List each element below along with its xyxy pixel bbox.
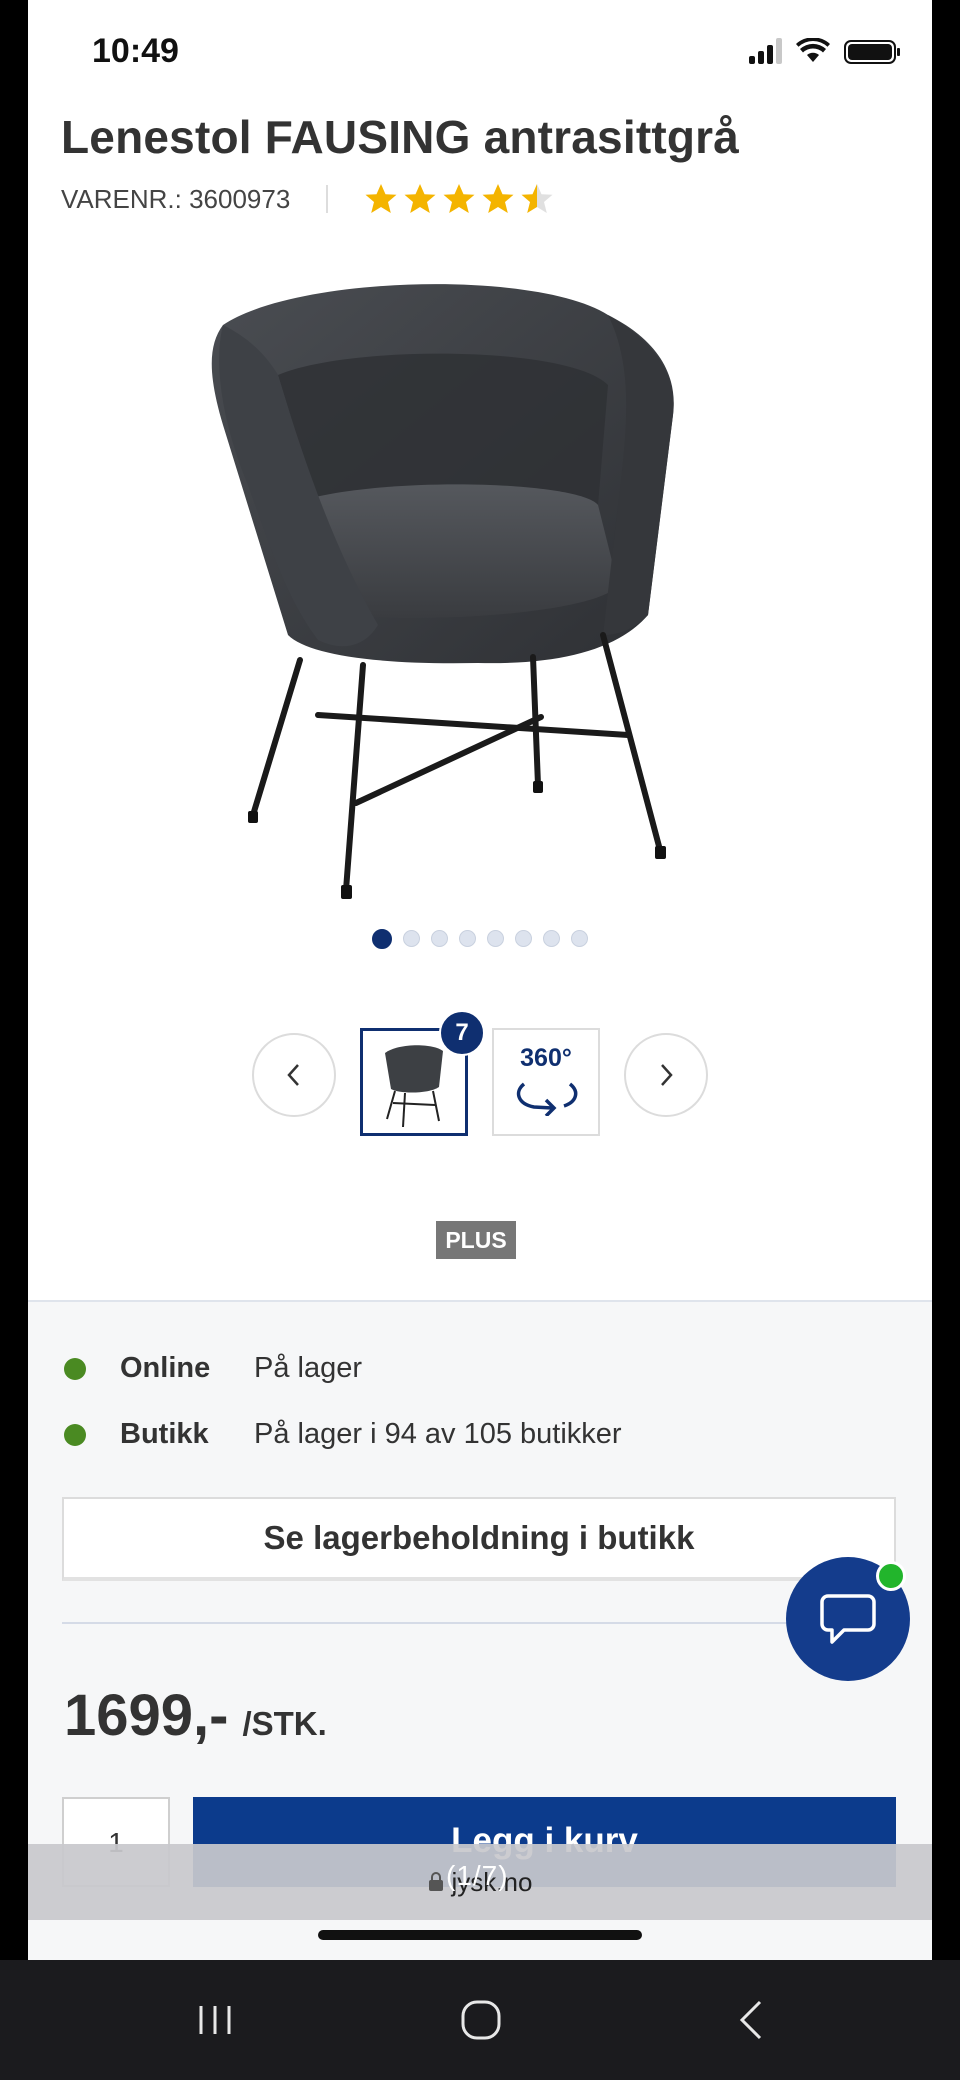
star-icon bbox=[443, 184, 475, 213]
chevron-left-icon bbox=[287, 1064, 299, 1086]
rotate-360-icon bbox=[516, 1082, 578, 1116]
chat-bubble-icon bbox=[820, 1594, 876, 1644]
star-icon bbox=[365, 184, 397, 213]
home-button[interactable] bbox=[426, 1960, 536, 2080]
gallery-dot[interactable] bbox=[372, 929, 392, 949]
in-stock-indicator-icon bbox=[64, 1357, 86, 1380]
signal-icon bbox=[749, 38, 782, 64]
next-image-button[interactable] bbox=[624, 1033, 708, 1117]
product-title: Lenestol FAUSING antrasittgrå bbox=[61, 111, 740, 163]
product-image[interactable] bbox=[178, 255, 818, 935]
home-icon bbox=[461, 2000, 501, 2040]
star-icon bbox=[521, 184, 553, 213]
gallery-dot[interactable] bbox=[543, 930, 560, 947]
price-unit: /STK. bbox=[242, 1705, 327, 1742]
gallery-dot[interactable] bbox=[487, 930, 504, 947]
gallery-dot[interactable] bbox=[431, 930, 448, 947]
stock-online-row: Online På lager bbox=[64, 1352, 362, 1385]
gallery-dots bbox=[28, 929, 932, 949]
stock-store-value: På lager i 94 av 105 butikker bbox=[254, 1418, 622, 1450]
home-indicator[interactable] bbox=[318, 1930, 642, 1940]
chat-online-status-icon bbox=[876, 1561, 906, 1591]
wifi-icon bbox=[796, 38, 830, 62]
prev-image-button[interactable] bbox=[252, 1033, 336, 1117]
gallery-dot[interactable] bbox=[515, 930, 532, 947]
gallery-dot[interactable] bbox=[571, 930, 588, 947]
gallery-dot[interactable] bbox=[403, 930, 420, 947]
rating-stars[interactable] bbox=[364, 182, 554, 216]
star-icon bbox=[482, 184, 514, 213]
section-divider bbox=[62, 1622, 896, 1624]
recent-apps-button[interactable] bbox=[160, 1960, 270, 2080]
status-bar: 10:49 bbox=[28, 0, 932, 110]
stock-online-value: På lager bbox=[254, 1352, 363, 1384]
back-icon bbox=[739, 2000, 762, 2040]
gallery-dot[interactable] bbox=[459, 930, 476, 947]
phone-screen: 10:49 Lenestol FAUSING antrasittgrå VARE… bbox=[28, 0, 932, 1960]
check-store-stock-button[interactable]: Se lagerbeholdning i butikk bbox=[62, 1497, 896, 1581]
star-icon bbox=[404, 184, 436, 213]
plus-tag: PLUS bbox=[436, 1221, 516, 1259]
android-nav-bar bbox=[0, 1960, 960, 2080]
image-count-badge: 7 bbox=[439, 1010, 485, 1056]
stock-online-label: Online bbox=[120, 1352, 211, 1384]
thumbnail-strip: 7 360° bbox=[28, 1010, 932, 1140]
in-stock-indicator-icon bbox=[64, 1423, 86, 1446]
image-counter: (1/7) bbox=[446, 1860, 509, 1891]
chevron-right-icon bbox=[661, 1064, 673, 1086]
battery-icon bbox=[844, 40, 900, 64]
price-amount: 1699,- bbox=[64, 1683, 229, 1748]
status-icons bbox=[749, 38, 900, 64]
item-number: VARENR.: 3600973 bbox=[61, 183, 291, 214]
stock-store-row: Butikk På lager i 94 av 105 butikker bbox=[64, 1418, 622, 1451]
lock-icon bbox=[428, 1872, 443, 1891]
thumbnail-360-view[interactable]: 360° bbox=[492, 1028, 600, 1136]
view-360-label: 360° bbox=[520, 1044, 572, 1072]
recent-apps-icon bbox=[199, 2006, 231, 2034]
status-time: 10:49 bbox=[92, 32, 179, 70]
price: 1699,- /STK. bbox=[64, 1682, 327, 1749]
product-meta: VARENR.: 3600973 bbox=[61, 182, 554, 216]
stock-store-label: Butikk bbox=[120, 1418, 209, 1450]
meta-divider bbox=[326, 185, 329, 213]
back-button[interactable] bbox=[696, 1960, 806, 2080]
